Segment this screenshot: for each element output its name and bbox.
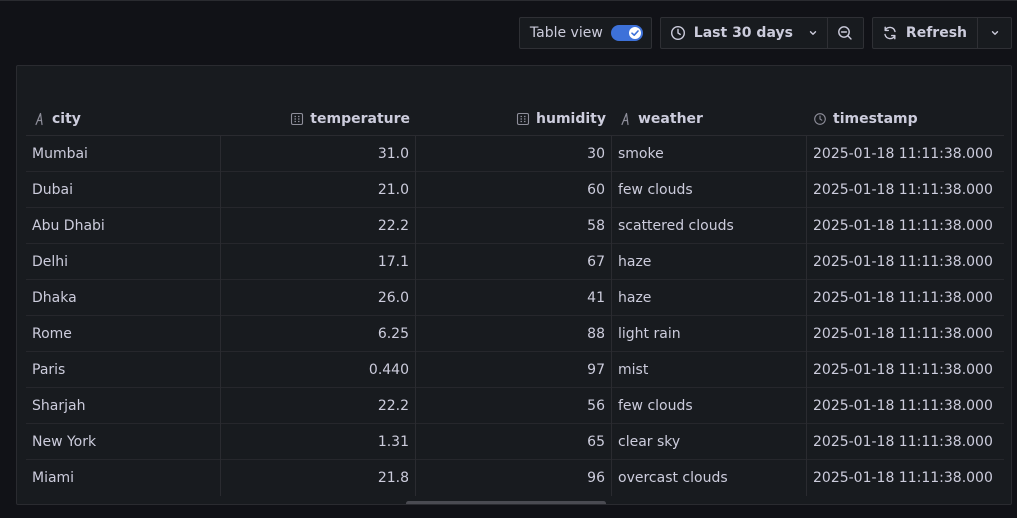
cell-weather: smoke bbox=[612, 136, 807, 172]
time-type-icon bbox=[813, 112, 827, 126]
cell-weather: overcast clouds bbox=[612, 460, 807, 496]
number-type-icon bbox=[516, 112, 530, 126]
panel-toolbar: Table view Last 30 days Refresh bbox=[518, 17, 1012, 49]
cell-weather: haze bbox=[612, 280, 807, 316]
table-body: Mumbai 31.0 30 smoke 2025-01-18 11:11:38… bbox=[26, 136, 1004, 496]
cell-weather: few clouds bbox=[612, 388, 807, 424]
table-row[interactable]: New York 1.31 65 clear sky 2025-01-18 11… bbox=[26, 424, 1004, 460]
refresh-interval-dropdown[interactable] bbox=[978, 17, 1012, 49]
cell-weather: few clouds bbox=[612, 172, 807, 208]
clock-icon bbox=[670, 25, 686, 41]
column-header-timestamp[interactable]: timestamp bbox=[807, 102, 1004, 136]
cell-temperature: 0.440 bbox=[221, 352, 416, 388]
cell-humidity: 97 bbox=[416, 352, 612, 388]
horizontal-scrollbar[interactable] bbox=[406, 501, 606, 504]
column-header-label: timestamp bbox=[833, 110, 918, 127]
cell-city: Mumbai bbox=[26, 136, 221, 172]
cell-city: Dhaka bbox=[26, 280, 221, 316]
cell-humidity: 96 bbox=[416, 460, 612, 496]
cell-temperature: 1.31 bbox=[221, 424, 416, 460]
cell-timestamp: 2025-01-18 11:11:38.000 bbox=[813, 290, 993, 306]
refresh-label: Refresh bbox=[905, 25, 967, 41]
cell-humidity: 41 bbox=[416, 280, 612, 316]
table-view-label: Table view bbox=[529, 25, 603, 41]
table-row[interactable]: Mumbai 31.0 30 smoke 2025-01-18 11:11:38… bbox=[26, 136, 1004, 172]
cell-timestamp: 2025-01-18 11:11:38.000 bbox=[813, 434, 993, 450]
cell-timestamp: 2025-01-18 11:11:38.000 bbox=[813, 182, 993, 198]
table-row[interactable]: Miami 21.8 96 overcast clouds 2025-01-18… bbox=[26, 460, 1004, 496]
time-range-group: Last 30 days bbox=[659, 17, 864, 49]
column-header-label: city bbox=[52, 110, 81, 127]
column-header-label: humidity bbox=[536, 110, 606, 127]
table-header: city temperature humidity weather timest… bbox=[26, 102, 1004, 136]
table-row[interactable]: Rome 6.25 88 light rain 2025-01-18 11:11… bbox=[26, 316, 1004, 352]
cell-timestamp: 2025-01-18 11:11:38.000 bbox=[813, 398, 993, 414]
column-header-weather[interactable]: weather bbox=[612, 102, 807, 136]
cell-temperature: 31.0 bbox=[221, 136, 416, 172]
chevron-down-icon bbox=[807, 27, 819, 39]
cell-weather: haze bbox=[612, 244, 807, 280]
cell-weather: mist bbox=[612, 352, 807, 388]
cell-weather: clear sky bbox=[612, 424, 807, 460]
cell-humidity: 88 bbox=[416, 316, 612, 352]
column-header-temperature[interactable]: temperature bbox=[221, 102, 416, 136]
string-type-icon bbox=[32, 112, 46, 126]
table-row[interactable]: Delhi 17.1 67 haze 2025-01-18 11:11:38.0… bbox=[26, 244, 1004, 280]
cell-city: Miami bbox=[26, 460, 221, 496]
cell-temperature: 21.0 bbox=[221, 172, 416, 208]
cell-city: New York bbox=[26, 424, 221, 460]
zoom-out-icon bbox=[837, 25, 853, 41]
table-row[interactable]: Abu Dhabi 22.2 58 scattered clouds 2025-… bbox=[26, 208, 1004, 244]
cell-weather: scattered clouds bbox=[612, 208, 807, 244]
table-view-toggle[interactable]: Table view bbox=[518, 17, 652, 49]
string-type-icon bbox=[618, 112, 632, 126]
cell-timestamp: 2025-01-18 11:11:38.000 bbox=[813, 362, 993, 378]
chevron-down-icon bbox=[989, 27, 1001, 39]
cell-city: Rome bbox=[26, 316, 221, 352]
cell-timestamp: 2025-01-18 11:11:38.000 bbox=[813, 218, 993, 234]
table-row[interactable]: Paris 0.440 97 mist 2025-01-18 11:11:38.… bbox=[26, 352, 1004, 388]
cell-humidity: 67 bbox=[416, 244, 612, 280]
refresh-group: Refresh bbox=[871, 17, 1012, 49]
cell-temperature: 21.8 bbox=[221, 460, 416, 496]
column-header-label: weather bbox=[638, 110, 703, 127]
number-type-icon bbox=[290, 112, 304, 126]
time-range-label: Last 30 days bbox=[693, 25, 793, 41]
cell-humidity: 58 bbox=[416, 208, 612, 244]
cell-temperature: 22.2 bbox=[221, 208, 416, 244]
check-icon bbox=[628, 27, 641, 39]
cell-humidity: 65 bbox=[416, 424, 612, 460]
cell-temperature: 22.2 bbox=[221, 388, 416, 424]
cell-city: Abu Dhabi bbox=[26, 208, 221, 244]
cell-timestamp: 2025-01-18 11:11:38.000 bbox=[813, 470, 993, 486]
cell-timestamp: 2025-01-18 11:11:38.000 bbox=[813, 326, 993, 342]
cell-weather: light rain bbox=[612, 316, 807, 352]
table-panel: city temperature humidity weather timest… bbox=[16, 65, 1012, 505]
time-range-picker[interactable]: Last 30 days bbox=[659, 17, 828, 49]
cell-temperature: 6.25 bbox=[221, 316, 416, 352]
zoom-out-button[interactable] bbox=[827, 17, 864, 49]
cell-city: Sharjah bbox=[26, 388, 221, 424]
column-header-label: temperature bbox=[310, 110, 410, 127]
cell-city: Paris bbox=[26, 352, 221, 388]
column-header-city[interactable]: city bbox=[26, 102, 221, 136]
data-table: city temperature humidity weather timest… bbox=[26, 102, 1004, 496]
cell-timestamp: 2025-01-18 11:11:38.000 bbox=[813, 254, 993, 270]
table-view-switch[interactable] bbox=[610, 25, 643, 41]
cell-city: Dubai bbox=[26, 172, 221, 208]
column-header-humidity[interactable]: humidity bbox=[416, 102, 612, 136]
cell-humidity: 30 bbox=[416, 136, 612, 172]
cell-temperature: 17.1 bbox=[221, 244, 416, 280]
table-row[interactable]: Sharjah 22.2 56 few clouds 2025-01-18 11… bbox=[26, 388, 1004, 424]
cell-humidity: 60 bbox=[416, 172, 612, 208]
cell-humidity: 56 bbox=[416, 388, 612, 424]
cell-temperature: 26.0 bbox=[221, 280, 416, 316]
cell-city: Delhi bbox=[26, 244, 221, 280]
refresh-icon bbox=[882, 25, 898, 41]
refresh-button[interactable]: Refresh bbox=[871, 17, 978, 49]
table-row[interactable]: Dubai 21.0 60 few clouds 2025-01-18 11:1… bbox=[26, 172, 1004, 208]
cell-timestamp: 2025-01-18 11:11:38.000 bbox=[813, 146, 993, 162]
table-row[interactable]: Dhaka 26.0 41 haze 2025-01-18 11:11:38.0… bbox=[26, 280, 1004, 316]
